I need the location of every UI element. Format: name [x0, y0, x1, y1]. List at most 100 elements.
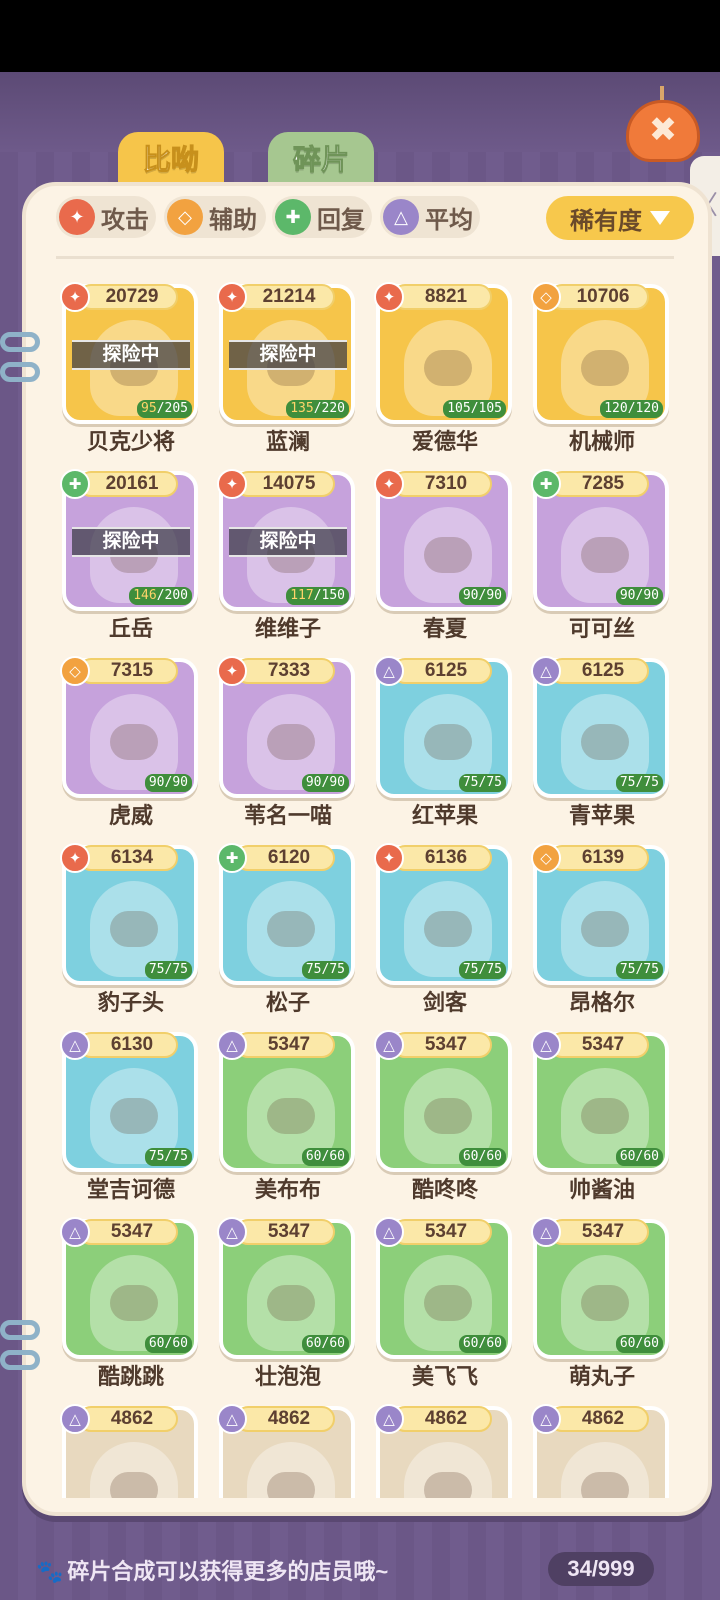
balanced-icon: △ — [60, 1030, 90, 1060]
power-badge: ✦ 7333 — [217, 654, 337, 686]
character-card[interactable]: 探险中 95/205 ✦ 20729 贝克少将 — [56, 278, 206, 456]
level-badge: 90/90 — [301, 774, 349, 792]
character-card[interactable]: 75/75 ✦ 6136 剑客 — [370, 839, 520, 1017]
power-badge: △ 5347 — [60, 1215, 180, 1247]
character-name: 豹子头 — [97, 990, 164, 1015]
character-card[interactable]: 60/60 △ 5347 壮泡泡 — [213, 1213, 363, 1391]
level-max: 90 — [329, 775, 345, 790]
level-badge: 146/200 — [129, 587, 192, 605]
level-max: 90 — [643, 588, 659, 603]
power-badge: △ 6130 — [60, 1028, 180, 1060]
cat-character-image — [90, 1442, 178, 1498]
heal-icon: ✚ — [275, 199, 311, 235]
attack-icon: ✦ — [374, 469, 404, 499]
power-badge: ✦ 14075 — [217, 467, 337, 499]
character-card[interactable]: 60/60 △ 5347 美布布 — [213, 1026, 363, 1204]
level-badge: 95/205 — [137, 400, 192, 418]
character-card[interactable]: △ 4862 — [213, 1400, 363, 1498]
power-value: 21214 — [235, 284, 335, 310]
power-value: 6136 — [392, 845, 492, 871]
filter-balanced[interactable]: △ 平均 — [380, 196, 480, 238]
level-separator: / — [313, 588, 322, 603]
character-card[interactable]: 60/60 △ 5347 酷跳跳 — [56, 1213, 206, 1391]
character-card[interactable]: 105/105 ✦ 8821 爱德华 — [370, 278, 520, 456]
character-card[interactable]: 75/75 △ 6130 堂吉诃德 — [56, 1026, 206, 1204]
level-badge: 90/90 — [458, 587, 506, 605]
character-card[interactable]: 探险中 146/200 ✚ 20161 丘岳 — [56, 465, 206, 643]
cat-character-image — [561, 1442, 649, 1498]
tab-fragments[interactable]: 碎片 — [268, 132, 374, 188]
close-button[interactable]: ✖ — [626, 86, 700, 166]
character-card[interactable]: 探险中 135/220 ✦ 21214 蓝澜 — [213, 278, 363, 456]
level-max: 75 — [172, 962, 188, 977]
balanced-icon: △ — [374, 1030, 404, 1060]
filter-attack[interactable]: ✦ 攻击 — [56, 196, 156, 238]
power-badge: △ 5347 — [217, 1215, 337, 1247]
character-card[interactable]: 75/75 ◇ 6139 昂格尔 — [527, 839, 677, 1017]
character-card[interactable]: 60/60 △ 5347 萌丸子 — [527, 1213, 677, 1391]
level-max: 90 — [486, 588, 502, 603]
level-separator: / — [470, 401, 479, 416]
character-card[interactable]: 75/75 △ 6125 红苹果 — [370, 652, 520, 830]
filter-label: 辅助 — [209, 206, 257, 234]
power-badge: △ 5347 — [217, 1028, 337, 1060]
heal-icon: ✚ — [217, 843, 247, 873]
tab-biyou[interactable]: 比呦 — [118, 132, 224, 188]
power-value: 4862 — [549, 1406, 649, 1432]
character-card[interactable]: 120/120 ◇ 10706 机械师 — [527, 278, 677, 456]
character-card[interactable]: 90/90 ✚ 7285 可可丝 — [527, 465, 677, 643]
sort-rarity-dropdown[interactable]: 稀有度 — [546, 196, 694, 240]
character-card[interactable]: 90/90 ✦ 7333 苇名一喵 — [213, 652, 363, 830]
character-card[interactable]: 90/90 ✦ 7310 春夏 — [370, 465, 520, 643]
character-card[interactable]: 60/60 △ 5347 美飞飞 — [370, 1213, 520, 1391]
power-value: 6125 — [392, 658, 492, 684]
sort-label: 稀有度 — [570, 207, 642, 235]
power-badge: ✦ 7310 — [374, 467, 494, 499]
level-badge: 90/90 — [144, 774, 192, 792]
filter-heal[interactable]: ✚ 回复 — [272, 196, 372, 238]
character-card[interactable]: △ 4862 — [527, 1400, 677, 1498]
level-max: 60 — [329, 1336, 345, 1351]
filter-label: 回复 — [317, 206, 365, 234]
footer-hint: 🐾 碎片合成可以获得更多的店员哦~ — [36, 1554, 388, 1586]
balanced-icon: △ — [60, 1404, 90, 1434]
attack-icon: ✦ — [60, 282, 90, 312]
balanced-icon: △ — [60, 1217, 90, 1247]
character-card[interactable]: 75/75 △ 6125 青苹果 — [527, 652, 677, 830]
close-icon: ✖ — [648, 110, 678, 150]
power-value: 5347 — [235, 1032, 335, 1058]
level-max: 75 — [486, 775, 502, 790]
footer-hint-text: 碎片合成可以获得更多的店员哦~ — [67, 1559, 389, 1584]
collection-count: 34/999 — [548, 1552, 654, 1586]
character-card[interactable]: 探险中 117/150 ✦ 14075 维维子 — [213, 465, 363, 643]
power-badge: ✚ 6120 — [217, 841, 337, 873]
character-card[interactable]: △ 4862 — [56, 1400, 206, 1498]
attack-icon: ✦ — [217, 469, 247, 499]
level-current: 60 — [619, 1336, 636, 1351]
level-current: 60 — [462, 1149, 479, 1164]
support-icon: ◇ — [531, 843, 561, 873]
power-value: 7333 — [235, 658, 335, 684]
character-card[interactable]: 60/60 △ 5347 帅酱油 — [527, 1026, 677, 1204]
character-card[interactable]: 75/75 ✚ 6120 松子 — [213, 839, 363, 1017]
balanced-icon: △ — [383, 199, 419, 235]
attack-icon: ✦ — [217, 282, 247, 312]
character-name: 虎威 — [108, 803, 153, 828]
balanced-icon: △ — [531, 1030, 561, 1060]
character-card[interactable]: 90/90 ◇ 7315 虎威 — [56, 652, 206, 830]
level-badge: 60/60 — [301, 1335, 349, 1353]
level-max: 75 — [643, 962, 659, 977]
character-card[interactable]: 75/75 ✦ 6134 豹子头 — [56, 839, 206, 1017]
character-card[interactable]: 60/60 △ 5347 酷咚咚 — [370, 1026, 520, 1204]
attack-icon: ✦ — [217, 656, 247, 686]
attack-icon: ✦ — [374, 282, 404, 312]
power-value: 5347 — [235, 1219, 335, 1245]
filter-support[interactable]: ◇ 辅助 — [164, 196, 266, 238]
divider — [56, 256, 674, 259]
power-value: 6120 — [235, 845, 335, 871]
level-current: 90 — [619, 588, 636, 603]
character-name: 爱德华 — [411, 429, 478, 454]
level-max: 60 — [486, 1336, 502, 1351]
character-card[interactable]: △ 4862 — [370, 1400, 520, 1498]
level-max: 90 — [172, 775, 188, 790]
